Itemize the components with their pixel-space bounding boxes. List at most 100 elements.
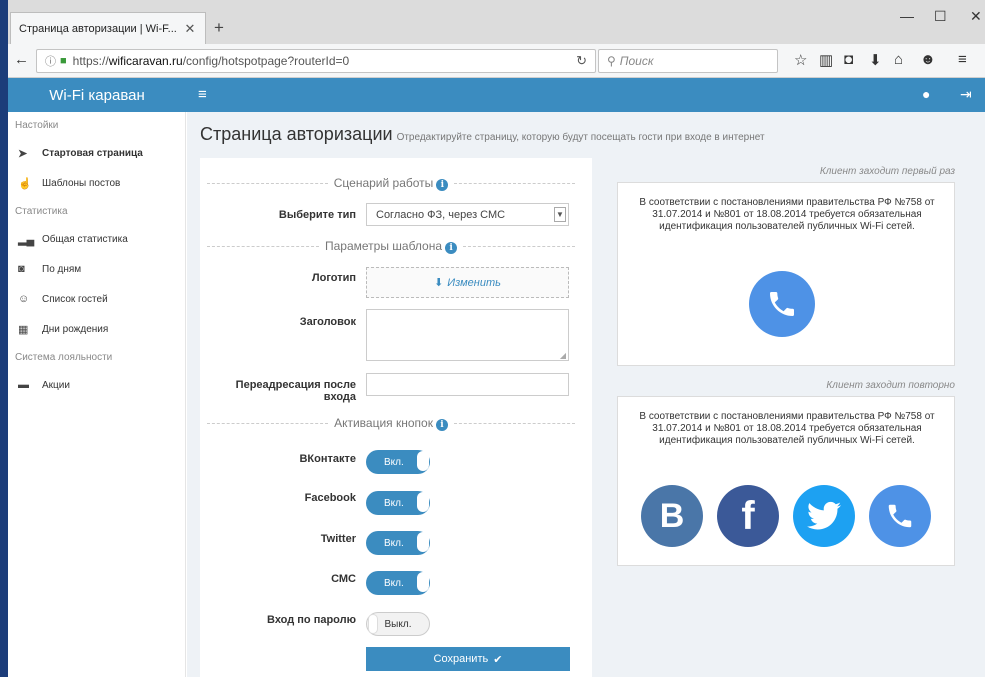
app-header: Wi-Fi караван ≡ ● ⇥ <box>8 78 985 112</box>
info-icon[interactable]: i <box>435 419 448 431</box>
sidebar-section-statistics: Статистика <box>15 205 68 217</box>
desktop-edge <box>0 0 8 677</box>
url-bar[interactable]: ⓘ ■ https://wificaravan.ru/config/hotspo… <box>36 49 596 73</box>
window-close-icon[interactable]: ✕ <box>970 8 982 25</box>
sidebar-section-loyalty: Система лояльности <box>15 351 113 363</box>
sidebar-item-post-templates[interactable]: ☝ Шаблоны постов <box>8 168 185 198</box>
scenario-divider: Сценарий работы i <box>207 176 576 191</box>
download-icon[interactable]: ⬇ <box>869 51 882 69</box>
settings-form: Сценарий работы i Выберите тип Согласно Ф… <box>200 158 592 677</box>
addon-icon[interactable]: ☻ <box>920 51 936 68</box>
type-select[interactable]: Согласно ФЗ, через СМС ▼ <box>366 203 569 226</box>
header-textarea[interactable]: ◢ <box>366 309 569 361</box>
first-visit-caption: Клиент заходит первый раз <box>819 166 955 177</box>
vk-login-icon[interactable]: B <box>641 485 703 547</box>
lock-icon: ■ <box>60 55 67 67</box>
info-icon[interactable]: i <box>436 179 449 191</box>
preview-panel: Клиент заходит первый раз В соответствии… <box>597 158 967 677</box>
toggle-sms[interactable]: Вкл. <box>366 571 430 595</box>
sidebar-item-label: Дни рождения <box>42 323 109 335</box>
hamburger-menu-icon[interactable]: ≡ <box>958 51 967 68</box>
sidebar-item-promotions[interactable]: ▬ Акции <box>8 370 185 400</box>
ticket-icon: ▬ <box>18 379 29 391</box>
redirect-input[interactable] <box>366 373 569 396</box>
toggle-label-vk: ВКонтакте <box>299 453 356 465</box>
tab-active[interactable]: Страница авторизации | Wi-F... ✕ <box>10 12 206 44</box>
toggle-label-facebook: Facebook <box>304 492 356 504</box>
tab-close-icon[interactable]: ✕ <box>183 21 197 37</box>
home-icon[interactable]: ⌂ <box>894 51 903 68</box>
toggle-label-password: Вход по паролю <box>267 614 356 626</box>
type-select-value: Согласно ФЗ, через СМС <box>376 208 506 221</box>
scenario-heading: Сценарий работы <box>333 176 434 190</box>
logout-icon[interactable]: ⇥ <box>960 86 972 103</box>
resize-grip-icon[interactable]: ◢ <box>560 351 566 360</box>
browser-window: Страница авторизации | Wi-F... ✕ + — ☐ ✕… <box>0 0 985 677</box>
header-label: Заголовок <box>299 316 356 328</box>
binoculars-icon: ◙ <box>18 263 25 275</box>
type-label: Выберите тип <box>278 209 356 221</box>
calendar-icon: ▦ <box>18 323 29 336</box>
template-divider: Параметры шаблона i <box>207 239 576 254</box>
repeat-visit-caption: Клиент заходит повторно <box>826 380 955 391</box>
sms-login-icon[interactable] <box>749 271 815 337</box>
bar-chart-icon: ▂▄ <box>18 233 35 246</box>
minimize-icon[interactable]: — <box>900 8 914 24</box>
page-title-text: Страница авторизации <box>200 124 393 144</box>
tab-title: Страница авторизации | Wi-F... <box>19 22 177 35</box>
template-heading: Параметры шаблона <box>324 239 443 253</box>
new-tab-button[interactable]: + <box>214 18 224 38</box>
maximize-icon[interactable]: ☐ <box>934 8 947 25</box>
paper-plane-icon: ➤ <box>18 147 28 160</box>
search-icon: ⚲ <box>607 54 616 68</box>
logo-upload-button[interactable]: ⬇ Изменить <box>366 267 569 298</box>
sidebar-item-label: Список гостей <box>42 293 108 305</box>
sidebar-item-label: Стартовая страница <box>42 147 143 159</box>
sidebar-item-guest-list[interactable]: ☺ Список гостей <box>8 284 185 314</box>
toggle-facebook[interactable]: Вкл. <box>366 491 430 515</box>
back-arrow-icon[interactable]: ← <box>14 51 29 68</box>
user-icon[interactable]: ● <box>922 86 930 102</box>
legal-notice: В соответствии с постановлениями правите… <box>639 411 935 446</box>
info-icon[interactable]: i <box>445 242 458 254</box>
facebook-login-icon[interactable]: f <box>717 485 779 547</box>
page-subtitle: Отредактируйте страницу, которую будут п… <box>396 132 765 143</box>
sidebar-item-label: Шаблоны постов <box>42 177 121 189</box>
tab-bar: Страница авторизации | Wi-F... ✕ + — ☐ ✕ <box>8 0 985 44</box>
redirect-label: Переадресация после входа <box>235 379 356 403</box>
sms-login-icon[interactable] <box>869 485 931 547</box>
first-visit-preview: В соответствии с постановлениями правите… <box>617 182 955 366</box>
logo-upload-label: Изменить <box>447 276 501 289</box>
users-icon: ☺ <box>18 293 30 305</box>
toggle-label-sms: СМС <box>331 573 356 585</box>
pocket-icon[interactable]: ◘ <box>844 51 853 68</box>
main-content: Страница авторизации Отредактируйте стран… <box>187 112 985 677</box>
app-brand[interactable]: Wi-Fi караван <box>8 78 186 112</box>
sidebar-item-by-days[interactable]: ◙ По дням <box>8 254 185 284</box>
legal-notice: В соответствии с постановлениями правите… <box>639 197 935 232</box>
url-text: https://wificaravan.ru/config/hotspotpag… <box>72 54 350 68</box>
info-icon[interactable]: ⓘ <box>45 53 56 69</box>
upload-icon: ⬇ <box>434 277 444 289</box>
library-icon[interactable]: ▥ <box>819 51 833 69</box>
toggle-password[interactable]: Выкл. <box>366 612 430 636</box>
toggle-state: Вкл. <box>384 537 404 549</box>
menu-toggle-icon[interactable]: ≡ <box>198 86 207 103</box>
reload-icon[interactable]: ↻ <box>576 53 587 69</box>
chevron-down-icon: ▼ <box>554 207 566 222</box>
sidebar-item-start-page[interactable]: ➤ Стартовая страница <box>8 138 185 168</box>
sidebar-item-birthdays[interactable]: ▦ Дни рождения <box>8 314 185 344</box>
toggle-vk[interactable]: Вкл. <box>366 450 430 474</box>
save-button[interactable]: Сохранить ✔ <box>366 647 570 671</box>
save-button-label: Сохранить <box>433 653 489 665</box>
toggle-twitter[interactable]: Вкл. <box>366 531 430 555</box>
toggle-state: Вкл. <box>384 456 404 468</box>
search-input[interactable]: ⚲ Поиск <box>598 49 778 73</box>
buttons-heading: Активация кнопок <box>334 416 433 430</box>
logo-label: Логотип <box>311 272 356 284</box>
twitter-login-icon[interactable] <box>793 485 855 547</box>
sidebar-item-label: По дням <box>42 263 82 275</box>
thumbs-up-icon: ☝ <box>18 177 32 190</box>
bookmark-star-icon[interactable]: ☆ <box>794 51 807 69</box>
sidebar-item-overall-stats[interactable]: ▂▄ Общая статистика <box>8 224 185 254</box>
